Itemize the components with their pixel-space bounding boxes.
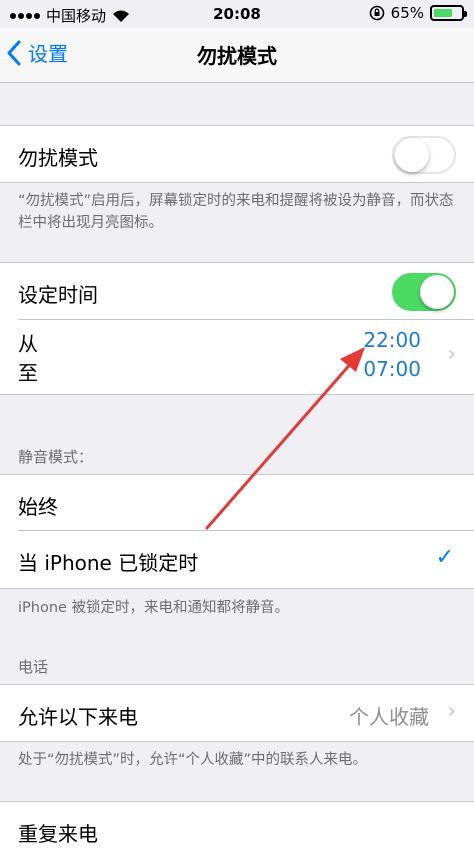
silence-footer: iPhone 被锁定时，来电和通知都将静音。 — [18, 600, 290, 616]
status-right: 65% — [369, 4, 467, 22]
chevron-right-icon: › — [447, 342, 456, 367]
locked-label: 当 iPhone 已锁定时 — [18, 551, 199, 575]
toggle-knob — [395, 138, 429, 172]
page-title: 勿扰模式 — [197, 44, 277, 68]
from-label: 从 — [18, 332, 38, 356]
silence-always-row[interactable]: 始终 — [0, 474, 474, 531]
dnd-footer: “勿扰模式”启用后，屏幕锁定时的来电和提醒将被设为静音，而状态栏中将出现月亮图标… — [18, 193, 454, 231]
allow-calls-value: 个人收藏 — [349, 705, 429, 729]
silence-locked-row[interactable]: 当 iPhone 已锁定时 ✓ — [0, 531, 474, 589]
always-label: 始终 — [18, 495, 58, 519]
toggle-knob — [420, 275, 454, 309]
scheduled-label: 设定时间 — [18, 283, 98, 307]
dnd-toggle[interactable] — [392, 136, 456, 174]
phone-header: 电话 — [18, 658, 49, 676]
scheduled-row: 设定时间 — [0, 262, 474, 320]
phone-footer: 处于“勿扰模式”时，允许“个人收藏”中的联系人来电。 — [18, 752, 368, 768]
allow-calls-label: 允许以下来电 — [18, 705, 138, 729]
schedule-time-row[interactable]: 从 至 22:00 07:00 › — [0, 320, 474, 395]
repeated-calls-row[interactable]: 重复来电 — [0, 801, 474, 851]
scheduled-toggle[interactable] — [392, 273, 456, 311]
checkmark-icon: ✓ — [435, 545, 454, 570]
chevron-right-icon: › — [447, 699, 456, 724]
status-bar: 中国移动 20:08 65% — [0, 0, 474, 28]
rotation-lock-icon — [369, 5, 384, 21]
battery-icon — [430, 5, 467, 21]
repeated-calls-label: 重复来电 — [18, 822, 98, 846]
dnd-row: 勿扰模式 — [0, 125, 474, 183]
from-time: 22:00 — [363, 328, 421, 352]
battery-percent: 65% — [390, 4, 424, 22]
allow-calls-row[interactable]: 允许以下来电 个人收藏 › — [0, 684, 474, 742]
silence-header: 静音模式： — [18, 448, 94, 466]
to-time: 07:00 — [363, 357, 421, 381]
dnd-label: 勿扰模式 — [18, 146, 98, 170]
to-label: 至 — [18, 361, 38, 385]
navigation-bar: 设置 勿扰模式 — [0, 28, 474, 83]
